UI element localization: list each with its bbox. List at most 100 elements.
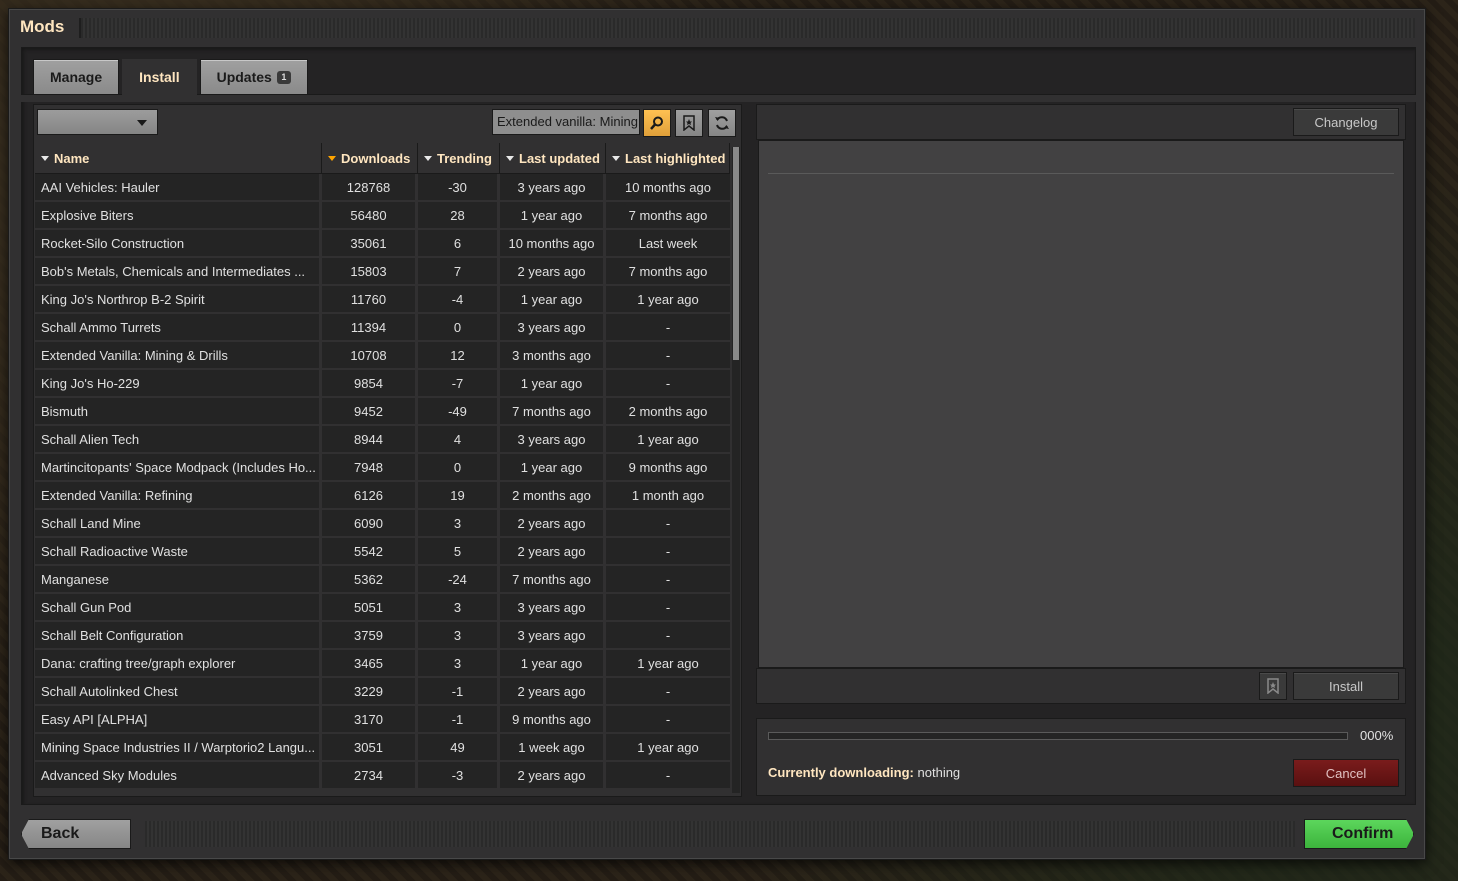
- mod-name-cell: Schall Land Mine: [35, 510, 322, 538]
- column-header-name[interactable]: Name: [35, 143, 322, 173]
- last-updated-cell: 2 years ago: [500, 258, 606, 286]
- cancel-button[interactable]: Cancel: [1293, 759, 1399, 787]
- trending-cell: 3: [418, 622, 500, 650]
- last-updated-cell: 1 year ago: [500, 202, 606, 230]
- trending-cell: -7: [418, 370, 500, 398]
- download-status: Currently downloading: nothing: [768, 765, 960, 780]
- bookmark-filter-button[interactable]: [675, 109, 703, 137]
- table-row[interactable]: Bismuth 9452 -49 7 months ago 2 months ago: [35, 398, 730, 426]
- mod-table: Name Downloads Trending Last updated Las…: [35, 143, 730, 793]
- table-row[interactable]: Bob's Metals, Chemicals and Intermediate…: [35, 258, 730, 286]
- mod-name-cell: Extended Vanilla: Refining: [35, 482, 322, 510]
- trending-cell: -24: [418, 566, 500, 594]
- table-row[interactable]: Schall Alien Tech 8944 4 3 years ago 1 year …: [35, 426, 730, 454]
- install-button[interactable]: Install: [1293, 672, 1399, 700]
- category-dropdown[interactable]: [37, 109, 158, 135]
- last-updated-cell: 2 years ago: [500, 678, 606, 706]
- bookmark-mod-button[interactable]: [1259, 672, 1287, 700]
- downloads-cell: 3465: [322, 650, 418, 678]
- table-row[interactable]: Schall Belt Configuration 3759 3 3 years ag…: [35, 622, 730, 650]
- download-status-label: Currently downloading:: [768, 765, 914, 780]
- last-updated-cell: 1 year ago: [500, 370, 606, 398]
- mod-name-cell: Schall Belt Configuration: [35, 622, 322, 650]
- last-highlighted-cell: -: [606, 762, 730, 790]
- search-button[interactable]: [643, 109, 671, 137]
- trending-cell: 7: [418, 258, 500, 286]
- last-highlighted-cell: 1 year ago: [606, 286, 730, 314]
- table-row[interactable]: Schall Radioactive Waste 5542 5 2 years ago…: [35, 538, 730, 566]
- trending-cell: 4: [418, 426, 500, 454]
- column-header-last-updated[interactable]: Last updated: [500, 143, 606, 173]
- mod-name-cell: Extended Vanilla: Mining & Drills: [35, 342, 322, 370]
- tab-manage[interactable]: Manage: [33, 59, 120, 95]
- table-row[interactable]: Dana: crafting tree/graph explorer 3465 3 1…: [35, 650, 730, 678]
- downloads-cell: 7948: [322, 454, 418, 482]
- tab-updates[interactable]: Updates 1: [199, 59, 308, 95]
- trending-cell: 28: [418, 202, 500, 230]
- changelog-button[interactable]: Changelog: [1293, 108, 1399, 136]
- trending-cell: 0: [418, 454, 500, 482]
- table-row[interactable]: Manganese 5362 -24 7 months ago -: [35, 566, 730, 594]
- downloads-cell: 5051: [322, 594, 418, 622]
- mod-name-cell: Easy API [ALPHA]: [35, 706, 322, 734]
- search-input[interactable]: Extended vanilla: Mining: [492, 109, 640, 135]
- trending-cell: 19: [418, 482, 500, 510]
- download-status-panel: 000% Currently downloading: nothing Canc…: [756, 718, 1406, 796]
- table-row[interactable]: Schall Land Mine 6090 3 2 years ago -: [35, 510, 730, 538]
- column-header-last-highlighted[interactable]: Last highlighted: [606, 143, 730, 173]
- downloads-cell: 3170: [322, 706, 418, 734]
- back-button[interactable]: Back: [21, 819, 131, 849]
- sort-arrow-icon: [41, 155, 49, 161]
- table-row[interactable]: Schall Autolinked Chest 3229 -1 2 years ago…: [35, 678, 730, 706]
- column-header-downloads[interactable]: Downloads: [322, 143, 418, 173]
- downloads-cell: 9854: [322, 370, 418, 398]
- downloads-cell: 5542: [322, 538, 418, 566]
- refresh-button[interactable]: [708, 109, 736, 137]
- table-row[interactable]: Martincitopants' Space Modpack (Includes…: [35, 454, 730, 482]
- last-updated-cell: 1 week ago: [500, 734, 606, 762]
- table-header: Name Downloads Trending Last updated Las…: [35, 143, 730, 174]
- table-row[interactable]: Mining Space Industries II / Warptorio2 …: [35, 734, 730, 762]
- mod-description-area: [758, 140, 1404, 668]
- column-header-trending[interactable]: Trending: [418, 143, 500, 173]
- table-row[interactable]: Schall Gun Pod 5051 3 3 years ago -: [35, 594, 730, 622]
- header-label: Downloads: [341, 150, 411, 166]
- downloads-cell: 3051: [322, 734, 418, 762]
- last-highlighted-cell: 10 months ago: [606, 174, 730, 202]
- trending-cell: 5: [418, 538, 500, 566]
- table-row[interactable]: King Jo's Ho-229 9854 -7 1 year ago -: [35, 370, 730, 398]
- header-label: Name: [54, 150, 90, 166]
- confirm-button[interactable]: Confirm: [1304, 819, 1414, 849]
- table-row[interactable]: Extended Vanilla: Mining & Drills 10708 12…: [35, 342, 730, 370]
- table-row[interactable]: Extended Vanilla: Refining 6126 19 2 months…: [35, 482, 730, 510]
- search-icon: [650, 116, 663, 130]
- downloads-cell: 6126: [322, 482, 418, 510]
- downloads-cell: 3759: [322, 622, 418, 650]
- table-row[interactable]: Explosive Biters 56480 28 1 year ago 7 month…: [35, 202, 730, 230]
- downloads-cell: 6090: [322, 510, 418, 538]
- last-highlighted-cell: -: [606, 314, 730, 342]
- downloads-cell: 11760: [322, 286, 418, 314]
- last-highlighted-cell: -: [606, 622, 730, 650]
- mod-name-cell: Bob's Metals, Chemicals and Intermediate…: [35, 258, 322, 286]
- detail-toolbar: Changelog: [756, 104, 1406, 140]
- last-highlighted-cell: -: [606, 538, 730, 566]
- table-row[interactable]: Rocket-Silo Construction 35061 6 10 months …: [35, 230, 730, 258]
- table-row[interactable]: Easy API [ALPHA] 3170 -1 9 months ago -: [35, 706, 730, 734]
- table-row[interactable]: AAI Vehicles: Hauler 128768 -30 3 years ago…: [35, 174, 730, 202]
- table-scrollbar[interactable]: [732, 147, 740, 793]
- table-row[interactable]: Schall Ammo Turrets 11394 0 3 years ago -: [35, 314, 730, 342]
- detail-actions: Install: [756, 668, 1406, 704]
- tab-install[interactable]: Install: [122, 59, 197, 95]
- downloads-cell: 56480: [322, 202, 418, 230]
- table-row[interactable]: Advanced Sky Modules 2734 -3 2 years ago -: [35, 762, 730, 790]
- downloads-cell: 5362: [322, 566, 418, 594]
- trending-cell: 6: [418, 230, 500, 258]
- footer-drag-handle[interactable]: [145, 821, 1295, 847]
- scrollbar-thumb[interactable]: [733, 147, 739, 360]
- title-drag-handle[interactable]: [79, 18, 1415, 38]
- table-row[interactable]: King Jo's Northrop B-2 Spirit 11760 -4 1 ye…: [35, 286, 730, 314]
- last-updated-cell: 2 years ago: [500, 538, 606, 566]
- last-updated-cell: 2 months ago: [500, 482, 606, 510]
- last-highlighted-cell: -: [606, 566, 730, 594]
